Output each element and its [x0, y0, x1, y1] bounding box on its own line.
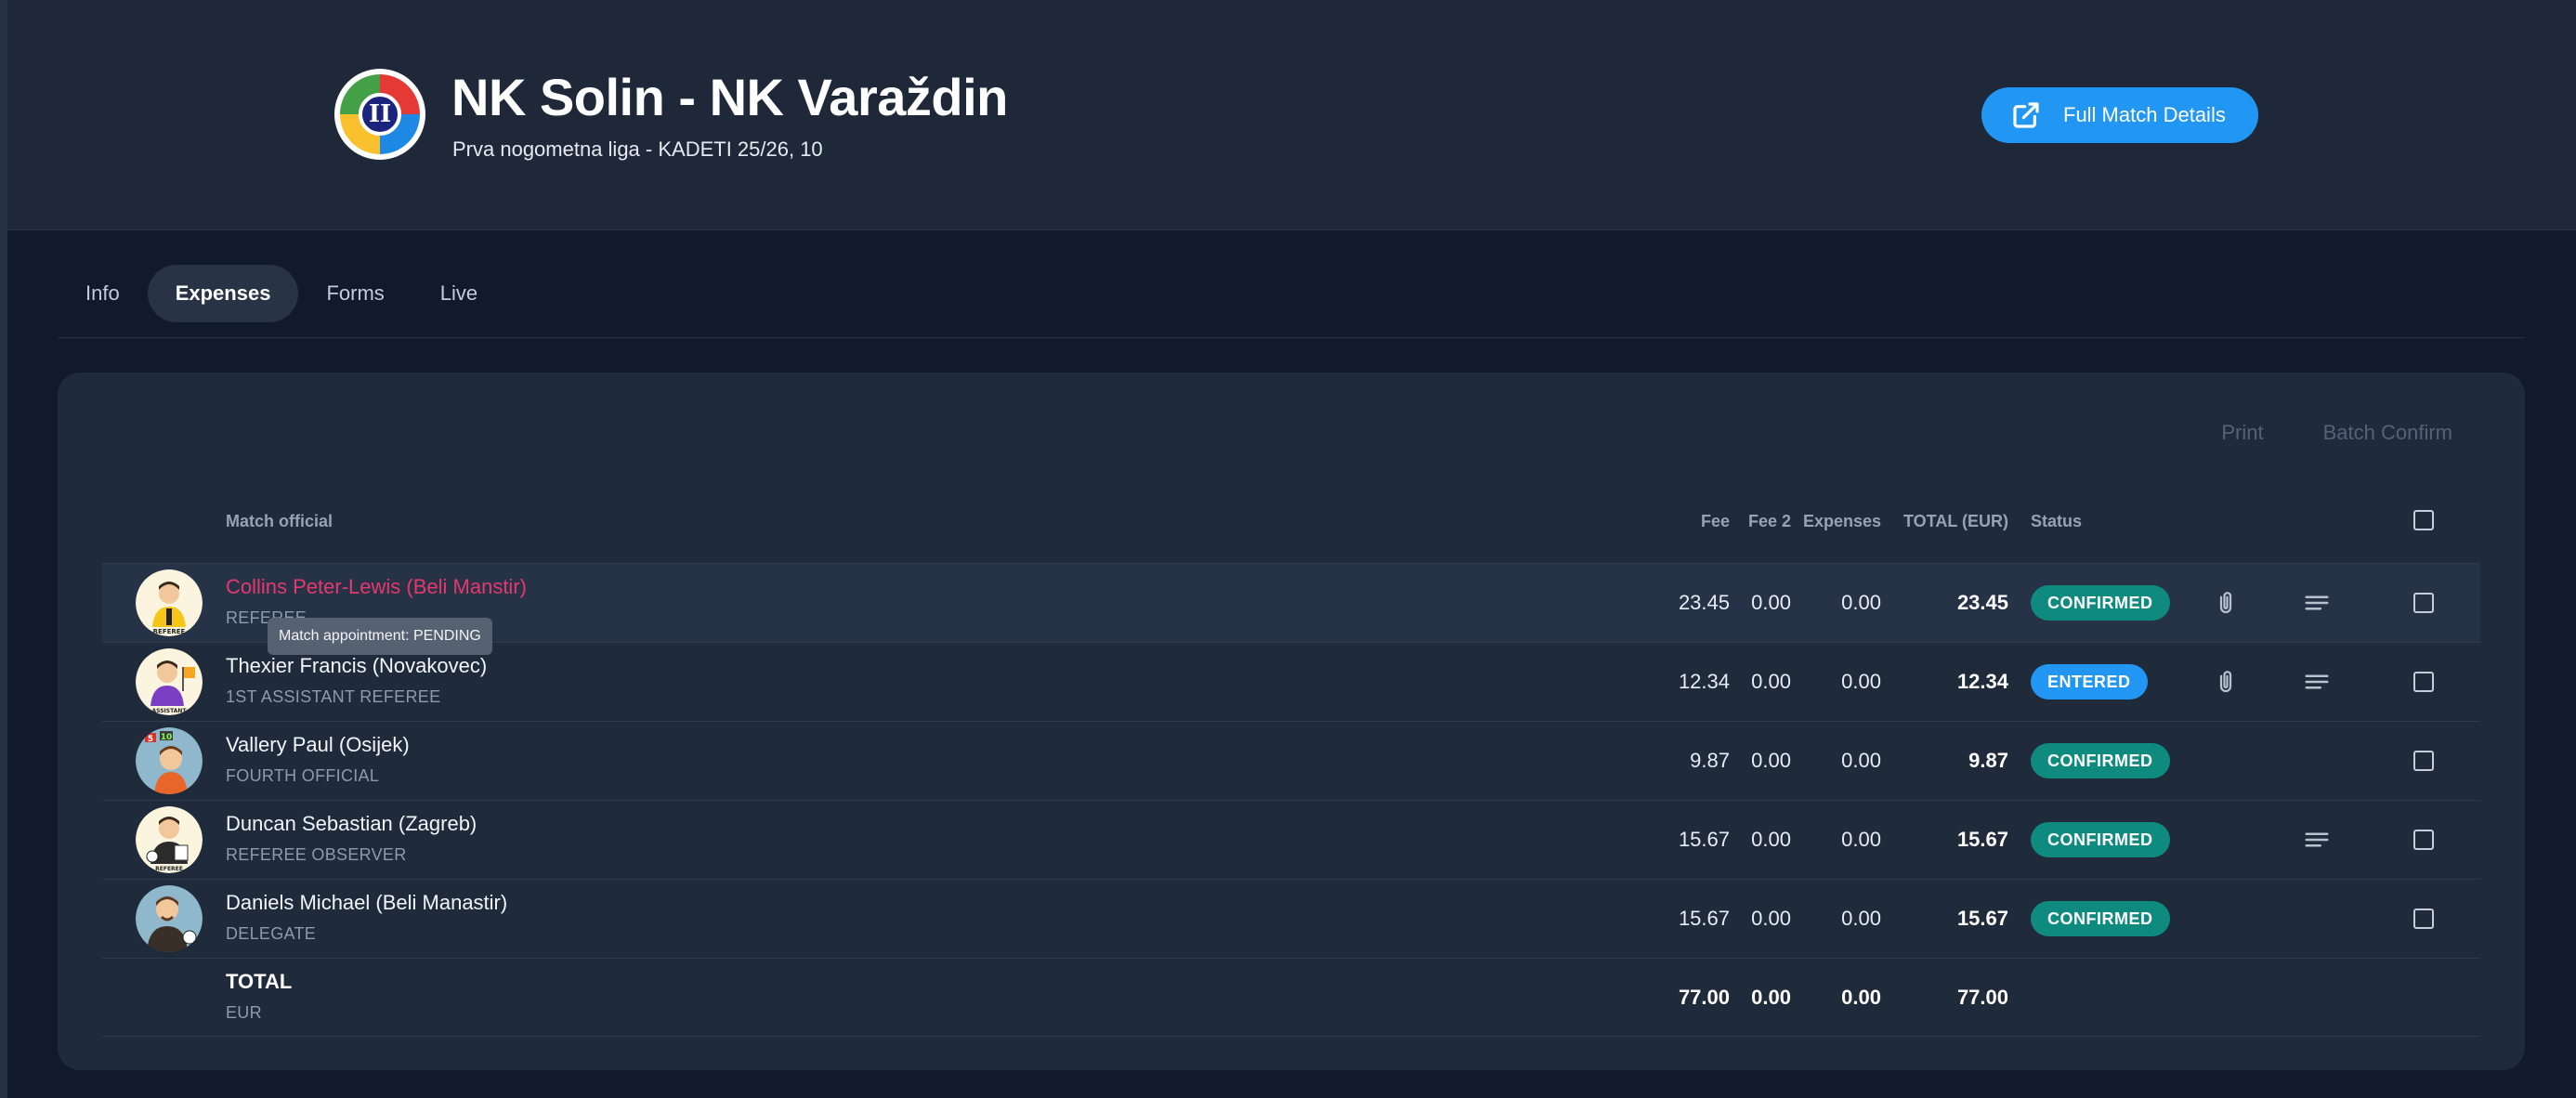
col-fee2: Fee 2 [1747, 512, 1791, 530]
attachment-icon[interactable] [2207, 663, 2244, 700]
official-name[interactable]: Vallery Paul (Osijek) [226, 733, 410, 757]
col-fee: Fee [1700, 512, 1730, 530]
official-role: 1ST ASSISTANT REFEREE [226, 687, 441, 706]
expenses-card: Print Batch Confirm Match official Fee F… [58, 373, 2525, 1070]
fee-cell: 23.45 [1678, 591, 1730, 614]
total-cell: 15.67 [1956, 828, 2008, 851]
fee-cell: 12.34 [1678, 670, 1730, 693]
expenses-cell: 0.00 [1841, 591, 1881, 614]
row-select-checkbox[interactable] [2413, 830, 2434, 850]
left-rail [0, 0, 7, 1098]
table-row[interactable]: 5 10 Vallery Paul (Osijek) FOURTH OFFICI… [102, 721, 2480, 800]
select-all-checkbox[interactable] [2413, 510, 2434, 530]
referee-avatar: REFEREE [136, 569, 203, 636]
fee2-cell: 0.00 [1751, 907, 1791, 930]
match-subtitle: Prva nogometna liga - KADETI 25/26, 10 [452, 137, 823, 161]
tab-bar: Info Expenses Forms Live [58, 264, 505, 323]
svg-text:10: 10 [161, 733, 173, 742]
expenses-cell: 0.00 [1841, 828, 1881, 851]
totals-row: TOTAL EUR 77.00 0.00 0.00 77.00 [102, 958, 2480, 1037]
grand-total-cell: 77.00 [1956, 986, 2008, 1009]
svg-text:5: 5 [148, 735, 153, 744]
totals-label: TOTAL [226, 970, 293, 993]
print-button[interactable]: Print [2221, 421, 2263, 445]
total-cell: 15.67 [1956, 907, 2008, 930]
appointment-tooltip: Match appointment: PENDING [268, 618, 492, 655]
fee2-cell: 0.00 [1751, 749, 1791, 772]
tab-info[interactable]: Info [58, 265, 148, 322]
table-row[interactable]: Daniels Michael (Beli Manastir) DELEGATE… [102, 879, 2480, 958]
expenses-cell: 0.00 [1841, 907, 1881, 930]
batch-confirm-button[interactable]: Batch Confirm [2323, 421, 2452, 445]
col-match-official: Match official [226, 512, 333, 530]
fee-cell: 15.67 [1678, 907, 1730, 930]
svg-text:ASSISTANT: ASSISTANT [152, 708, 188, 714]
table-row[interactable]: REFEREE Duncan Sebastian (Zagreb) REFERE… [102, 800, 2480, 879]
match-header: II NK Solin - NK Varaždin Prva nogometna… [7, 0, 2576, 230]
tabs-divider [58, 337, 2525, 338]
fee-cell: 15.67 [1678, 828, 1730, 851]
official-role: DELEGATE [226, 924, 317, 943]
official-role: FOURTH OFFICIAL [226, 766, 380, 785]
full-match-details-button[interactable]: Full Match Details [1981, 87, 2258, 143]
expenses-cell: 0.00 [1841, 670, 1881, 693]
total-fee2-cell: 0.00 [1751, 986, 1791, 1009]
fourth-official-avatar: 5 10 [136, 727, 203, 794]
full-match-details-label: Full Match Details [2063, 103, 2226, 126]
delegate-avatar [136, 885, 203, 952]
card-actions: Print Batch Confirm [2221, 421, 2452, 445]
status-badge: CONFIRMED [2031, 585, 2170, 621]
notes-icon[interactable] [2298, 663, 2335, 700]
logo-ring: II [340, 74, 420, 154]
svg-text:REFEREE: REFEREE [153, 628, 186, 635]
tab-live[interactable]: Live [412, 265, 505, 322]
totals-currency: EUR [226, 1003, 262, 1022]
page-title: NK Solin - NK Varaždin [451, 68, 1008, 126]
total-fee-cell: 77.00 [1678, 986, 1730, 1009]
official-name[interactable]: Thexier Francis (Novakovec) [226, 654, 487, 678]
total-cell: 9.87 [1968, 749, 2008, 772]
league-logo: II [334, 69, 425, 160]
notes-icon[interactable] [2298, 584, 2335, 621]
official-name[interactable]: Daniels Michael (Beli Manastir) [226, 891, 507, 915]
tab-forms[interactable]: Forms [298, 265, 412, 322]
row-select-checkbox[interactable] [2413, 593, 2434, 613]
status-badge: CONFIRMED [2031, 743, 2170, 778]
official-role: REFEREE OBSERVER [226, 845, 407, 864]
external-link-icon [2013, 102, 2039, 128]
svg-text:REFEREE: REFEREE [155, 866, 183, 872]
assistant-referee-avatar: ASSISTANT [136, 648, 203, 715]
logo-mark: II [359, 93, 401, 136]
row-select-checkbox[interactable] [2413, 751, 2434, 771]
fee-cell: 9.87 [1690, 749, 1730, 772]
table-header: Match official Fee Fee 2 Expenses TOTAL … [102, 510, 2480, 553]
row-select-checkbox[interactable] [2413, 672, 2434, 692]
status-badge: CONFIRMED [2031, 901, 2170, 936]
fee2-cell: 0.00 [1751, 591, 1791, 614]
row-select-checkbox[interactable] [2413, 908, 2434, 929]
total-cell: 23.45 [1956, 591, 2008, 614]
col-expenses: Expenses [1802, 512, 1881, 530]
fee2-cell: 0.00 [1751, 828, 1791, 851]
referee-observer-avatar: REFEREE [136, 806, 203, 873]
status-badge: CONFIRMED [2031, 822, 2170, 857]
status-badge: ENTERED [2031, 664, 2148, 699]
official-name[interactable]: Collins Peter-Lewis (Beli Manstir) [226, 575, 527, 599]
total-cell: 12.34 [1956, 670, 2008, 693]
notes-icon[interactable] [2298, 821, 2335, 858]
total-expenses-cell: 0.00 [1841, 986, 1881, 1009]
tab-expenses[interactable]: Expenses [147, 265, 299, 322]
expenses-cell: 0.00 [1841, 749, 1881, 772]
official-name[interactable]: Duncan Sebastian (Zagreb) [226, 812, 477, 836]
fee2-cell: 0.00 [1751, 670, 1791, 693]
attachment-icon[interactable] [2207, 584, 2244, 621]
col-status: Status [2031, 512, 2083, 530]
col-total: TOTAL (EUR) [1903, 512, 2008, 530]
